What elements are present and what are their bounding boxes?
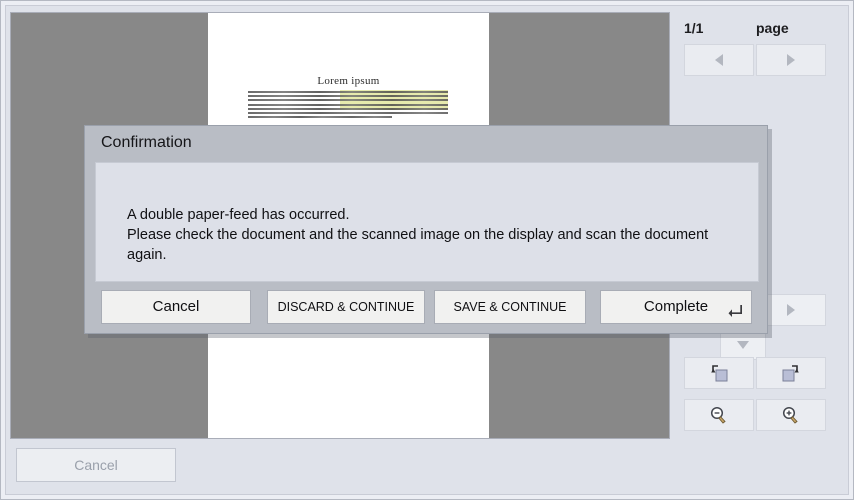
dialog-message: A double paper-feed has occurred. Please… xyxy=(127,207,709,263)
enter-key-icon xyxy=(728,305,742,317)
next-page-button[interactable] xyxy=(756,44,826,76)
dialog-save-and-continue-button[interactable]: SAVE & CONTINUE xyxy=(434,290,586,324)
dialog-discard-and-continue-button[interactable]: DISCARD & CONTINUE xyxy=(267,290,425,324)
scanned-page-heading: Lorem ipsum xyxy=(317,75,380,87)
page-counter: 1/1 xyxy=(684,20,704,36)
dialog-complete-button[interactable]: Complete xyxy=(600,290,752,324)
dialog-button-row: Cancel DISCARD & CONTINUE SAVE & CONTINU… xyxy=(95,286,759,328)
dialog-cancel-button[interactable]: Cancel xyxy=(101,290,251,324)
cancel-button[interactable]: Cancel xyxy=(16,448,176,482)
rotate-left-button[interactable] xyxy=(684,357,754,389)
arrow-left-icon xyxy=(715,54,723,66)
rotate-right-icon xyxy=(782,365,799,382)
arrow-right-icon xyxy=(787,304,795,316)
rotate-left-icon xyxy=(711,365,728,382)
confirmation-dialog: Confirmation A double paper-feed has occ… xyxy=(84,125,768,334)
zoom-out-button[interactable] xyxy=(684,399,754,431)
magnifier-plus-icon xyxy=(782,406,798,424)
zoom-in-button[interactable] xyxy=(756,399,826,431)
rotate-right-button[interactable] xyxy=(756,357,826,389)
page-label: page xyxy=(756,20,789,36)
bottom-toolbar: Cancel xyxy=(10,446,670,484)
dialog-title: Confirmation xyxy=(101,134,192,151)
arrow-right-icon xyxy=(787,54,795,66)
magnifier-minus-icon xyxy=(710,406,726,424)
dialog-complete-label: Complete xyxy=(643,298,709,315)
scanned-page-body-text xyxy=(248,91,448,125)
arrow-down-icon xyxy=(737,341,749,349)
dialog-body: A double paper-feed has occurred. Please… xyxy=(95,162,759,282)
previous-page-button[interactable] xyxy=(684,44,754,76)
scanner-application-window: Lorem ipsum Cancel 1/1 page Confirmation… xyxy=(0,0,854,500)
